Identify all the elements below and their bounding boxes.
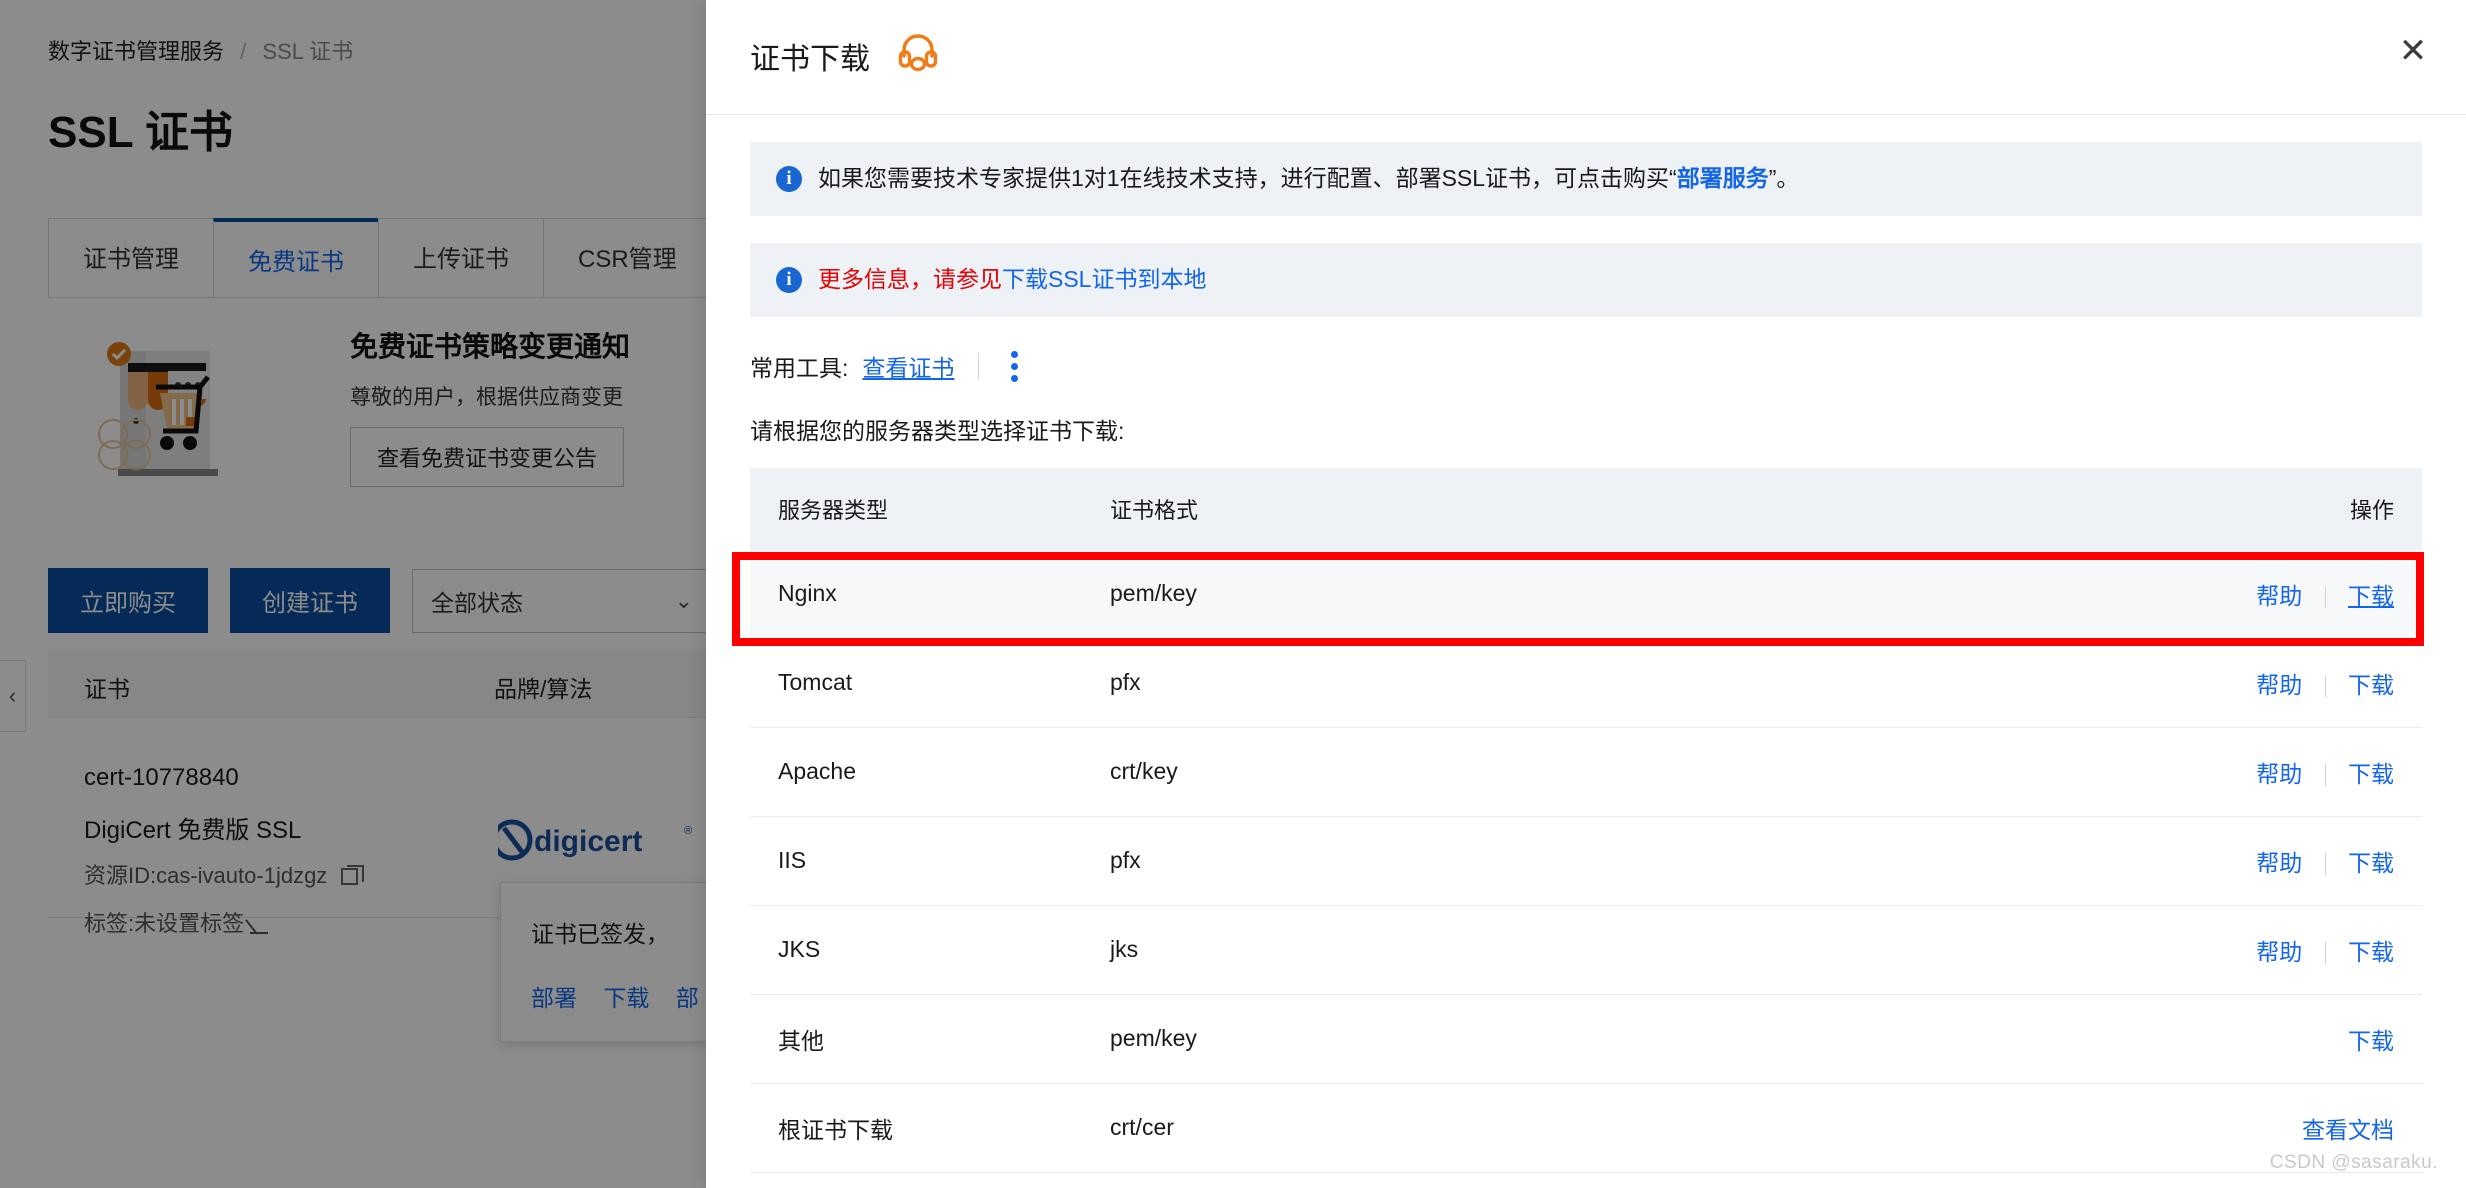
download-link[interactable]: 下载	[2348, 939, 2394, 965]
view-certificate-link[interactable]: 查看证书	[862, 349, 954, 383]
headset-support-icon[interactable]	[896, 30, 940, 77]
cell-cert-format: pem/key	[1110, 994, 1870, 1083]
download-link[interactable]: 下载	[2348, 850, 2394, 876]
help-link[interactable]: 帮助	[2256, 850, 2302, 876]
drawer-body: i 如果您需要技术专家提供1对1在线技术支持，进行配置、部署SSL证书，可点击购…	[706, 142, 2466, 1173]
common-tools-row: 常用工具: 查看证书	[750, 347, 2422, 386]
cell-server-type: 其他	[750, 994, 1110, 1083]
table-row[interactable]: Tomcat pfx 帮助 下载	[750, 638, 2422, 727]
cell-actions: 帮助 下载	[1870, 816, 2422, 905]
view-doc-link[interactable]: 查看文档	[2302, 1117, 2394, 1143]
modal-overlay[interactable]	[0, 0, 740, 1188]
more-vertical-icon[interactable]	[1003, 347, 1026, 386]
alert-deploy-service: i 如果您需要技术专家提供1对1在线技术支持，进行配置、部署SSL证书，可点击购…	[750, 142, 2422, 216]
cell-actions: 下载	[1870, 994, 2422, 1083]
cell-actions: 帮助 下载	[1870, 638, 2422, 727]
close-icon[interactable]: ✕	[2390, 28, 2436, 74]
table-row[interactable]: Apache crt/key 帮助 下载	[750, 727, 2422, 816]
download-hint: 请根据您的服务器类型选择证书下载:	[750, 412, 2422, 446]
action-divider	[2325, 586, 2326, 608]
column-header-cert-format: 证书格式	[1110, 468, 1870, 550]
alert-prefix: 如果您需要技术专家提供1对1在线技术支持，进行配置、部署SSL证书，可点击购买“	[818, 165, 1677, 191]
cell-server-type: Nginx	[750, 550, 1110, 639]
column-header-server-type: 服务器类型	[750, 468, 1110, 550]
certificate-download-drawer: 证书下载 ✕ i 如果您需要技术专家提供1对1在线技术支持，进行配置、部署SSL…	[706, 0, 2466, 1188]
action-divider	[2325, 764, 2326, 786]
help-link[interactable]: 帮助	[2256, 761, 2302, 787]
cell-server-type: IIS	[750, 816, 1110, 905]
table-row[interactable]: 根证书下载 crt/cer 查看文档	[750, 1083, 2422, 1172]
action-divider	[2325, 675, 2326, 697]
alert-more-info: i 更多信息，请参见下载SSL证书到本地	[750, 243, 2422, 317]
cell-cert-format: crt/key	[1110, 727, 1870, 816]
table-row[interactable]: Nginx pem/key 帮助 下载	[750, 550, 2422, 639]
download-link[interactable]: 下载	[2348, 672, 2394, 698]
alert-deploy-service-text: 如果您需要技术专家提供1对1在线技术支持，进行配置、部署SSL证书，可点击购买“…	[818, 164, 1799, 194]
cell-actions: 帮助 下载	[1870, 727, 2422, 816]
cell-server-type: 根证书下载	[750, 1083, 1110, 1172]
tools-divider	[978, 353, 979, 379]
action-divider	[2325, 853, 2326, 875]
help-link[interactable]: 帮助	[2256, 583, 2302, 609]
cell-cert-format: pfx	[1110, 816, 1870, 905]
cell-cert-format: pfx	[1110, 638, 1870, 727]
drawer-header: 证书下载 ✕	[706, 0, 2466, 115]
alert-more-info-red: 更多信息，请参见	[818, 266, 1002, 292]
alert-link-download-doc[interactable]: 下载SSL证书到本地	[1002, 266, 1206, 292]
common-tools-label: 常用工具:	[750, 349, 848, 383]
cell-cert-format: crt/cer	[1110, 1083, 1870, 1172]
info-icon: i	[776, 166, 802, 192]
alert-link-deploy-service[interactable]: 部署服务	[1677, 165, 1769, 191]
cell-server-type: Apache	[750, 727, 1110, 816]
alert-more-info-text: 更多信息，请参见下载SSL证书到本地	[818, 265, 1206, 295]
watermark: CSDN @sasaraku.	[2270, 1152, 2438, 1174]
download-link[interactable]: 下载	[2348, 1028, 2394, 1054]
cell-server-type: JKS	[750, 905, 1110, 994]
help-link[interactable]: 帮助	[2256, 672, 2302, 698]
cell-actions: 帮助 下载	[1870, 550, 2422, 639]
info-icon: i	[776, 267, 802, 293]
drawer-title: 证书下载	[750, 34, 870, 78]
alert-suffix: ”。	[1769, 165, 1800, 191]
cell-server-type: Tomcat	[750, 638, 1110, 727]
table-row[interactable]: JKS jks 帮助 下载	[750, 905, 2422, 994]
download-link[interactable]: 下载	[2348, 583, 2394, 609]
download-link[interactable]: 下载	[2348, 761, 2394, 787]
column-header-actions: 操作	[1870, 468, 2422, 550]
help-link[interactable]: 帮助	[2256, 939, 2302, 965]
cell-actions: 帮助 下载	[1870, 905, 2422, 994]
action-divider	[2325, 942, 2326, 964]
table-row[interactable]: IIS pfx 帮助 下载	[750, 816, 2422, 905]
table-row[interactable]: 其他 pem/key 下载	[750, 994, 2422, 1083]
cell-cert-format: jks	[1110, 905, 1870, 994]
table-header-row: 服务器类型 证书格式 操作	[750, 468, 2422, 550]
cell-cert-format: pem/key	[1110, 550, 1870, 639]
server-type-table: 服务器类型 证书格式 操作 Nginx pem/key 帮助 下载 Tomcat	[750, 468, 2422, 1173]
